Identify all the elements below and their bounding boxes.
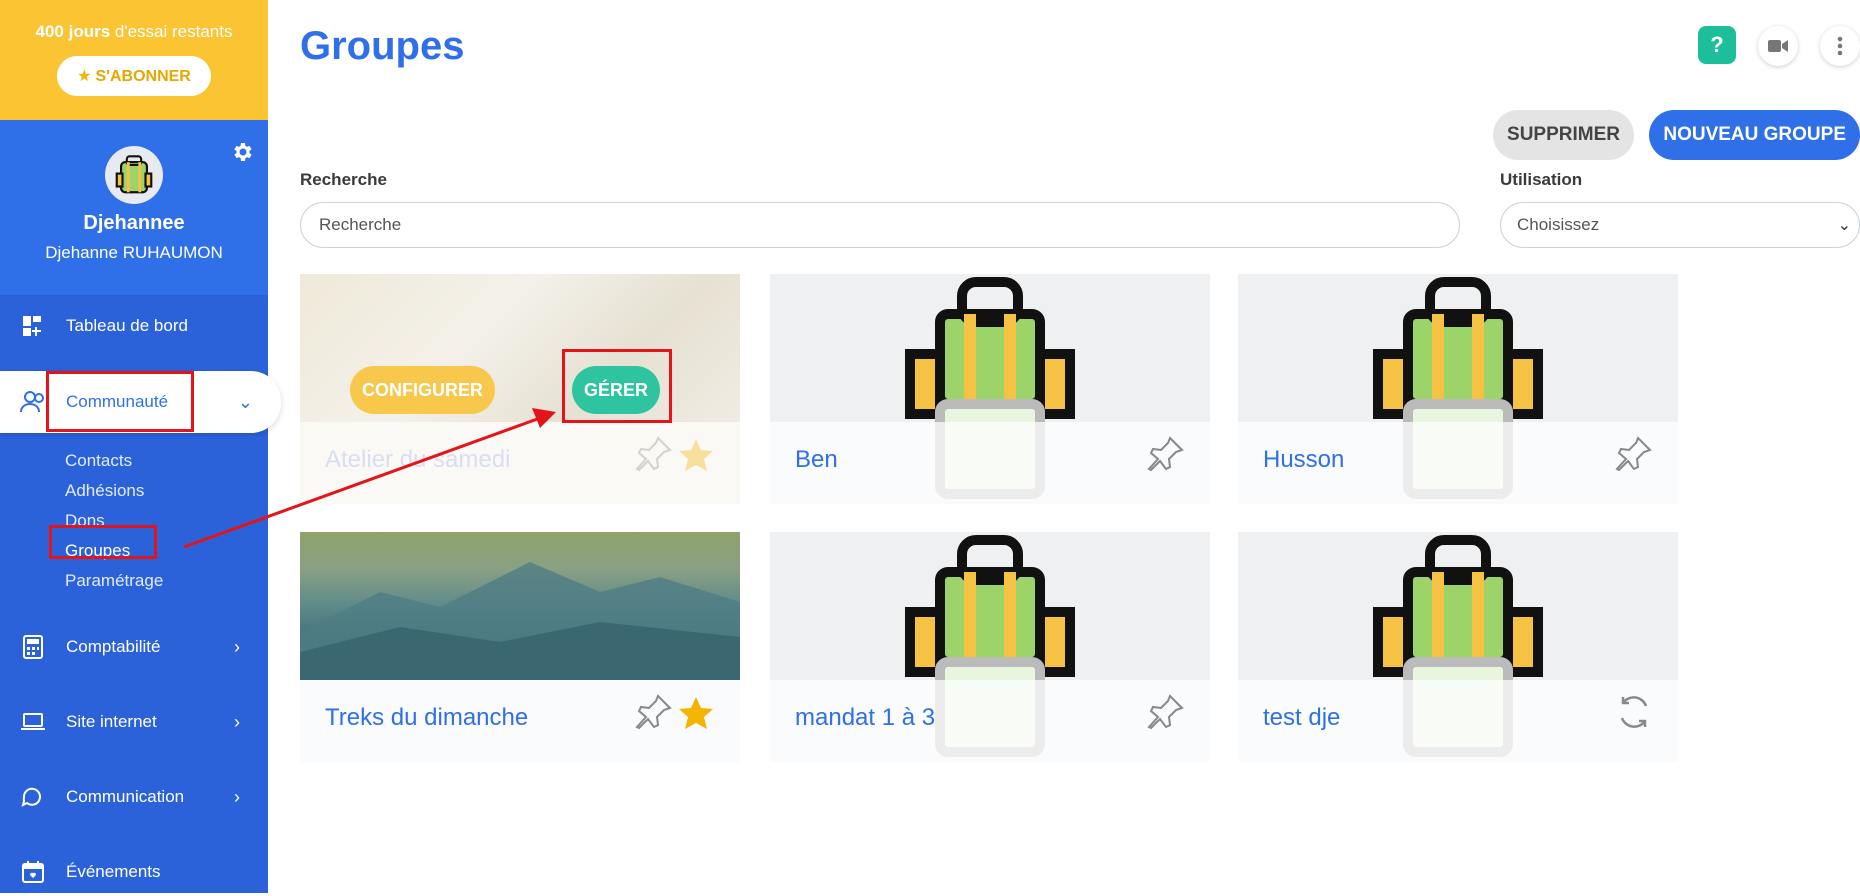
- profile: Djehannee Djehanne RUHAUMON: [0, 120, 268, 295]
- pin-icon[interactable]: [1146, 692, 1186, 732]
- gear-icon[interactable]: [230, 140, 254, 164]
- sidebar: 400 jours d'essai restants ★ S'ABONNER Dj…: [0, 0, 281, 896]
- nav-item-label: Site internet: [66, 712, 157, 731]
- group-card-image: [770, 532, 1210, 757]
- new-group-button[interactable]: NOUVEAU GROUPE: [1649, 110, 1860, 160]
- annotation-box-manage: [562, 349, 672, 423]
- group-card[interactable]: Ben: [770, 274, 1210, 504]
- nav-item-label: Tableau de bord: [66, 316, 188, 335]
- dashboard-icon: [20, 313, 46, 339]
- chevron-right-icon: ›: [234, 711, 240, 732]
- group-card-name: mandat 1 à 3: [795, 704, 936, 731]
- group-card[interactable]: Husson: [1238, 274, 1678, 504]
- pin-icon[interactable]: [634, 692, 674, 732]
- group-card[interactable]: Treks du dimanche: [300, 532, 740, 762]
- group-card-name: Treks du dimanche: [325, 704, 529, 731]
- usage-select[interactable]: Choisissez ⌄: [1500, 202, 1860, 248]
- pin-icon[interactable]: [634, 434, 674, 474]
- search-label: Recherche: [300, 170, 387, 189]
- profile-name: Djehannee: [83, 212, 185, 234]
- delete-button[interactable]: SUPPRIMER: [1493, 110, 1634, 160]
- nav-item-dashboard[interactable]: Tableau de bord: [0, 302, 268, 350]
- chat-icon: [20, 784, 46, 810]
- trial-days: 400 jours: [35, 22, 111, 41]
- nav-item-communication[interactable]: Communication ›: [0, 773, 268, 821]
- subnav-item-adhesions[interactable]: Adhésions: [65, 476, 163, 506]
- nav-item-accounting[interactable]: Comptabilité ›: [0, 623, 268, 671]
- subnav-item-parametrage[interactable]: Paramétrage: [65, 566, 163, 596]
- pin-icon[interactable]: [1146, 434, 1186, 474]
- avatar[interactable]: [105, 146, 163, 204]
- nav-item-events[interactable]: Événements: [0, 848, 268, 896]
- community-icon: [20, 389, 46, 415]
- annotation-box-groupes: [49, 525, 157, 559]
- group-card-name: Atelier du samedi: [325, 446, 511, 473]
- group-card[interactable]: mandat 1 à 3: [770, 532, 1210, 762]
- group-card[interactable]: test dje: [1238, 532, 1678, 762]
- calculator-icon: [20, 634, 46, 660]
- configure-button[interactable]: CONFIGURER: [350, 366, 495, 414]
- profile-fullname: Djehanne RUHAUMON: [45, 243, 223, 262]
- search-placeholder: Recherche: [319, 215, 402, 234]
- help-icon[interactable]: ?: [1698, 26, 1736, 64]
- top-actions: ?: [1698, 26, 1860, 66]
- group-card-image: [770, 274, 1210, 499]
- search-input[interactable]: Recherche: [300, 202, 1460, 248]
- group-card-image: [300, 532, 740, 680]
- nav-item-label: Comptabilité: [66, 637, 161, 656]
- main-content: Groupes ? SUPPRIMER NOUVEAU GROUPE Reche…: [268, 0, 1860, 893]
- chevron-down-icon: ⌄: [1837, 217, 1851, 234]
- group-card-name: Husson: [1263, 446, 1345, 473]
- page-title: Groupes: [300, 24, 465, 68]
- more-vertical-icon[interactable]: [1820, 26, 1860, 66]
- annotation-box-community: [46, 371, 194, 432]
- star-icon[interactable]: [676, 436, 716, 476]
- calendar-icon: [20, 859, 46, 885]
- trial-banner: 400 jours d'essai restants ★ S'ABONNER: [0, 0, 268, 120]
- trial-rest: d'essai restants: [110, 22, 233, 41]
- backpack-icon: [115, 155, 153, 194]
- nav-item-website[interactable]: Site internet ›: [0, 698, 268, 746]
- subnav-item-contacts[interactable]: Contacts: [65, 446, 163, 476]
- nav-item-label: Communication: [66, 787, 185, 806]
- nav-item-label: Événements: [66, 862, 161, 881]
- usage-label: Utilisation: [1500, 170, 1583, 189]
- laptop-icon: [20, 709, 46, 735]
- group-card[interactable]: Atelier du samedi CONFIGURER GÉRER: [300, 274, 740, 504]
- subscribe-label: S'ABONNER: [95, 68, 191, 85]
- chevron-right-icon: ›: [234, 636, 240, 657]
- chevron-right-icon: ›: [234, 786, 240, 807]
- usage-value: Choisissez: [1517, 215, 1600, 234]
- star-icon[interactable]: [676, 694, 716, 734]
- chevron-down-icon: ⌄: [237, 391, 253, 412]
- pin-icon[interactable]: [1614, 434, 1654, 474]
- community-subnav: Contacts Adhésions Dons Groupes Paramétr…: [65, 446, 163, 596]
- subscribe-button[interactable]: ★ S'ABONNER: [57, 56, 211, 96]
- sync-icon[interactable]: [1614, 692, 1654, 732]
- group-card-image: [1238, 532, 1678, 757]
- group-card-name: test dje: [1263, 704, 1341, 731]
- group-card-image: [1238, 274, 1678, 499]
- star-icon: ★: [77, 68, 92, 85]
- group-card-name: Ben: [795, 446, 838, 473]
- mountain-image: [300, 562, 740, 680]
- video-icon[interactable]: [1758, 26, 1798, 66]
